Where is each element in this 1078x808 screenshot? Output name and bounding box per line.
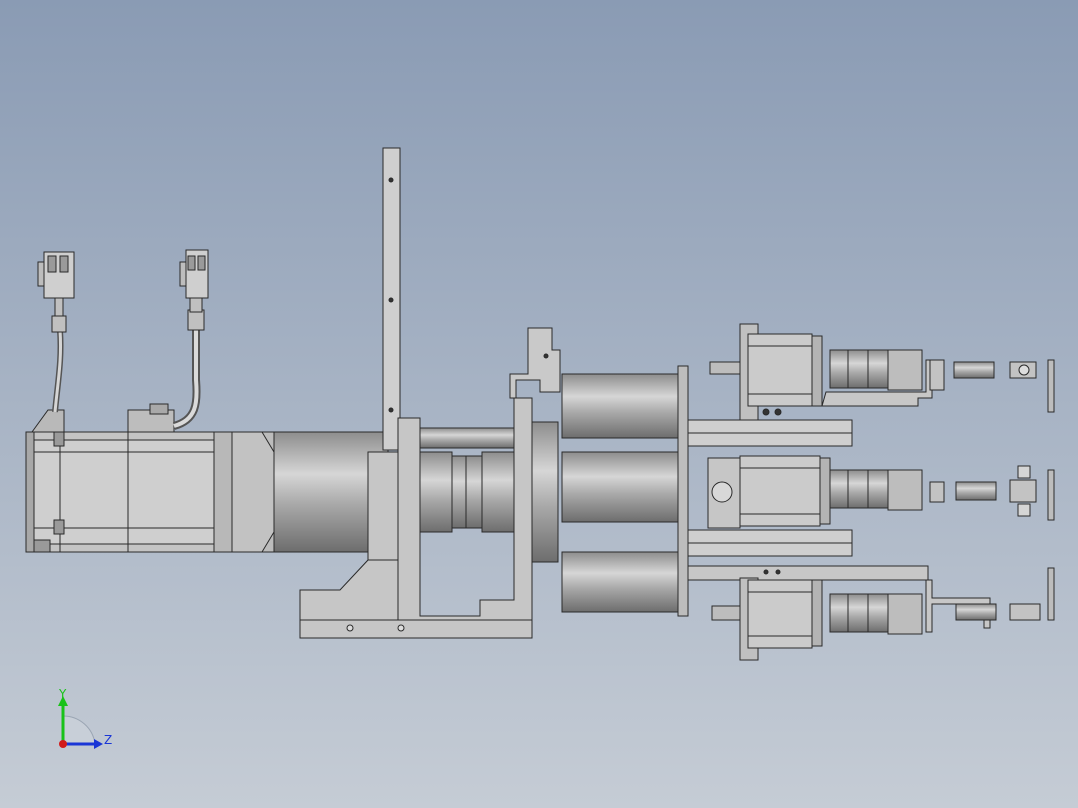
mounting-bracket[interactable] [299,147,533,639]
cad-viewport[interactable]: Y Z [0,0,1078,808]
lower-stepper-module[interactable] [687,565,1055,661]
servo-motor[interactable] [25,431,275,553]
z-axis-arrow-head [94,739,103,749]
y-axis-label: Y [58,687,67,701]
encoder-connector[interactable] [31,251,75,433]
middle-stepper-module[interactable] [707,455,1055,529]
power-connector[interactable] [127,249,209,433]
x-axis-dot [59,740,67,748]
z-axis-label: Z [104,733,112,747]
upper-stepper-module[interactable] [709,323,1055,421]
top-bracket[interactable] [509,327,561,399]
coordinate-triad: Y Z [58,687,112,749]
shaft-coupling[interactable] [419,421,559,563]
